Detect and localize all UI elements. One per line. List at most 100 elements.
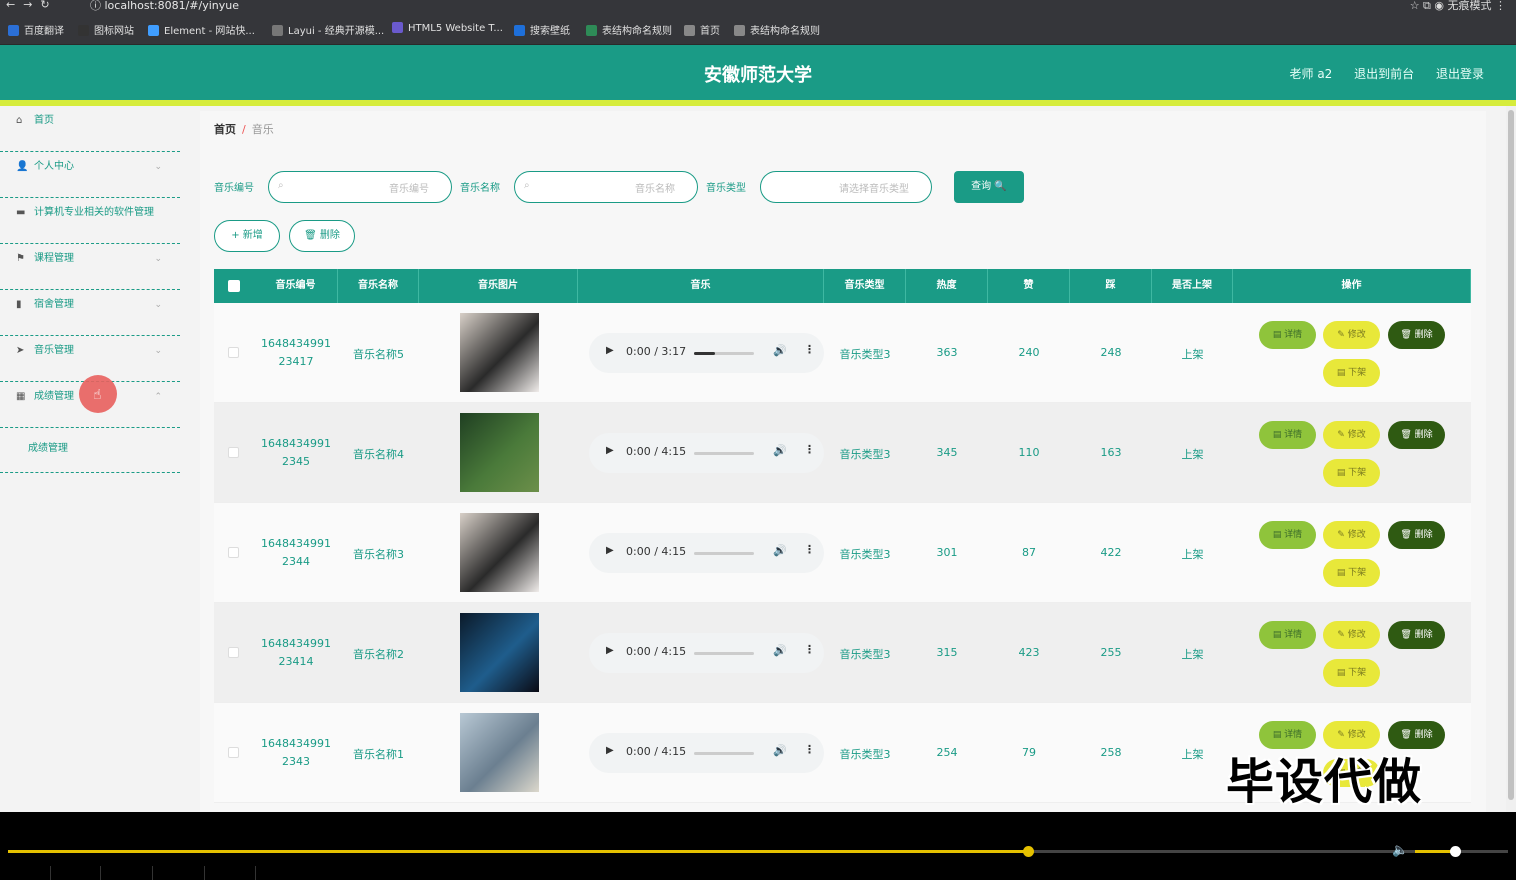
delete-button[interactable]: 🗑 删除: [1388, 621, 1445, 649]
detail-button[interactable]: ▤ 详情: [1259, 321, 1316, 349]
audio-volume-icon[interactable]: 🔊: [773, 744, 787, 757]
edit-button[interactable]: ✎ 修改: [1323, 321, 1380, 349]
user-label: 老师 a2: [1289, 67, 1333, 81]
album-cover-image[interactable]: [460, 313, 539, 392]
edit-button[interactable]: ✎ 修改: [1323, 421, 1380, 449]
audio-seek-bar[interactable]: [694, 652, 754, 655]
music-code: 1648434991: [261, 737, 331, 750]
take-down-button[interactable]: ▤ 下架: [1323, 459, 1380, 487]
edit-button[interactable]: ✎ 修改: [1323, 521, 1380, 549]
address-bar[interactable]: ⓘ localhost:8081/#/yinyue: [90, 0, 239, 13]
sidebar-item[interactable]: ⌂ 首页: [0, 106, 180, 152]
video-progress-knob[interactable]: [1023, 846, 1034, 857]
audio-volume-icon[interactable]: 🔊: [773, 544, 787, 557]
audio-volume-icon[interactable]: 🔊: [773, 644, 787, 657]
browser-toolbar: ←→↻ ⓘ localhost:8081/#/yinyue ☆ ⧉ ◉ 无痕模式…: [0, 0, 1516, 14]
sidebar-item[interactable]: ▮ 宿舍管理 ⌄: [0, 290, 180, 336]
logout-link[interactable]: 退出登录: [1436, 67, 1484, 81]
sidebar-item[interactable]: ➤ 音乐管理 ⌄: [0, 336, 180, 382]
code-search-input[interactable]: ⌕ 音乐编号: [268, 171, 452, 203]
audio-seek-bar[interactable]: [694, 552, 754, 555]
sidebar-item[interactable]: ▬ 计算机专业相关的软件管理: [0, 198, 180, 244]
row-checkbox[interactable]: [228, 647, 239, 658]
more-options-icon[interactable]: ⋮: [804, 743, 815, 756]
detail-button[interactable]: ▤ 详情: [1259, 521, 1316, 549]
bookmark-item[interactable]: 表结构命名规则: [586, 22, 672, 37]
detail-button[interactable]: ▤ 详情: [1259, 421, 1316, 449]
volume-slider[interactable]: [1415, 846, 1503, 857]
shelf-status: 上架: [1181, 748, 1204, 761]
play-icon[interactable]: ▶: [606, 745, 614, 756]
album-cover-image[interactable]: [460, 513, 539, 592]
sidebar-item[interactable]: 👤 个人中心 ⌄: [0, 152, 180, 198]
row-checkbox[interactable]: [228, 347, 239, 358]
audio-seek-bar[interactable]: [694, 752, 754, 755]
delete-button[interactable]: 🗑 删除: [1388, 321, 1445, 349]
incognito-indicator: ☆ ⧉ ◉ 无痕模式 ⋮: [1409, 0, 1506, 12]
shelf-status: 上架: [1181, 648, 1204, 661]
bookmark-item[interactable]: 百度翻译: [8, 22, 64, 37]
music-heat: 254: [936, 746, 958, 759]
type-select[interactable]: 请选择音乐类型: [760, 171, 932, 203]
play-icon[interactable]: ▶: [606, 345, 614, 356]
album-cover-image[interactable]: [460, 413, 539, 492]
name-search-input[interactable]: ⌕ 音乐名称: [514, 171, 698, 203]
sidebar-item[interactable]: ⚑ 课程管理 ⌄: [0, 244, 180, 290]
audio-seek-bar[interactable]: [694, 352, 754, 355]
album-cover-image[interactable]: [460, 613, 539, 692]
delete-button[interactable]: 🗑 删除: [1388, 521, 1445, 549]
more-options-icon[interactable]: ⋮: [804, 343, 815, 356]
bookmark-item[interactable]: 搜索壁纸: [514, 22, 570, 37]
audio-player[interactable]: ▶ 0:00 / 4:15 🔊 ⋮: [589, 633, 824, 673]
column-header: 音乐名称: [338, 269, 419, 303]
volume-icon[interactable]: 🔈: [1392, 843, 1408, 858]
audio-volume-icon[interactable]: 🔊: [773, 344, 787, 357]
chevron-icon: ⌄: [154, 254, 162, 264]
bookmark-item[interactable]: 首页: [684, 22, 720, 37]
take-down-button[interactable]: ▤ 下架: [1323, 359, 1380, 387]
video-progress[interactable]: [8, 846, 1508, 857]
audio-player[interactable]: ▶ 0:00 / 3:17 🔊 ⋮: [589, 333, 824, 373]
bookmark-item[interactable]: HTML5 Website T...: [392, 22, 503, 34]
album-cover-image[interactable]: [460, 713, 539, 792]
row-checkbox[interactable]: [228, 447, 239, 458]
play-icon[interactable]: ▶: [606, 545, 614, 556]
breadcrumb-home[interactable]: 首页: [214, 123, 236, 136]
audio-player[interactable]: ▶ 0:00 / 4:15 🔊 ⋮: [589, 433, 824, 473]
take-down-button[interactable]: ▤ 下架: [1323, 559, 1380, 587]
row-checkbox[interactable]: [228, 747, 239, 758]
bookmarks-bar: 百度翻译 图标网站 Element - 网站快... Layui - 经典开源模...…: [0, 14, 1516, 45]
delete-button[interactable]: 🗑 删除: [1388, 421, 1445, 449]
audio-volume-icon[interactable]: 🔊: [773, 444, 787, 457]
audio-seek-bar[interactable]: [694, 452, 754, 455]
page-scrollbar[interactable]: [1506, 106, 1516, 812]
query-button[interactable]: 查询 🔍: [954, 171, 1024, 203]
code-placeholder: 音乐编号: [389, 184, 429, 195]
audio-player[interactable]: ▶ 0:00 / 4:15 🔊 ⋮: [589, 733, 824, 773]
play-icon[interactable]: ▶: [606, 445, 614, 456]
bookmark-item[interactable]: Element - 网站快...: [148, 22, 255, 37]
take-down-button[interactable]: ▤ 下架: [1323, 659, 1380, 687]
audio-player[interactable]: ▶ 0:00 / 4:15 🔊 ⋮: [589, 533, 824, 573]
more-options-icon[interactable]: ⋮: [804, 643, 815, 656]
bookmark-item[interactable]: 表结构命名规则: [734, 22, 820, 37]
more-options-icon[interactable]: ⋮: [804, 543, 815, 556]
bookmark-item[interactable]: 图标网站: [78, 22, 134, 37]
play-icon[interactable]: ▶: [606, 645, 614, 656]
scrollbar-thumb[interactable]: [1508, 110, 1514, 800]
volume-knob[interactable]: [1449, 846, 1461, 857]
row-checkbox[interactable]: [228, 547, 239, 558]
batch-delete-button[interactable]: 🗑 删除: [289, 220, 355, 252]
sidebar-item-label: 课程管理: [34, 253, 74, 264]
exit-front-link[interactable]: 退出到前台: [1354, 67, 1414, 81]
detail-button[interactable]: ▤ 详情: [1259, 621, 1316, 649]
edit-button[interactable]: ✎ 修改: [1323, 621, 1380, 649]
sidebar-item-label: 宿舍管理: [34, 299, 74, 310]
browser-nav-icons[interactable]: ←→↻: [6, 0, 58, 11]
add-button[interactable]: + 新增: [214, 220, 280, 252]
select-all-checkbox[interactable]: [228, 280, 240, 292]
more-options-icon[interactable]: ⋮: [804, 443, 815, 456]
bookmark-item[interactable]: Layui - 经典开源模...: [272, 22, 384, 37]
submenu-item-scores[interactable]: 成绩管理: [0, 428, 180, 473]
column-header: 赞: [988, 269, 1070, 303]
